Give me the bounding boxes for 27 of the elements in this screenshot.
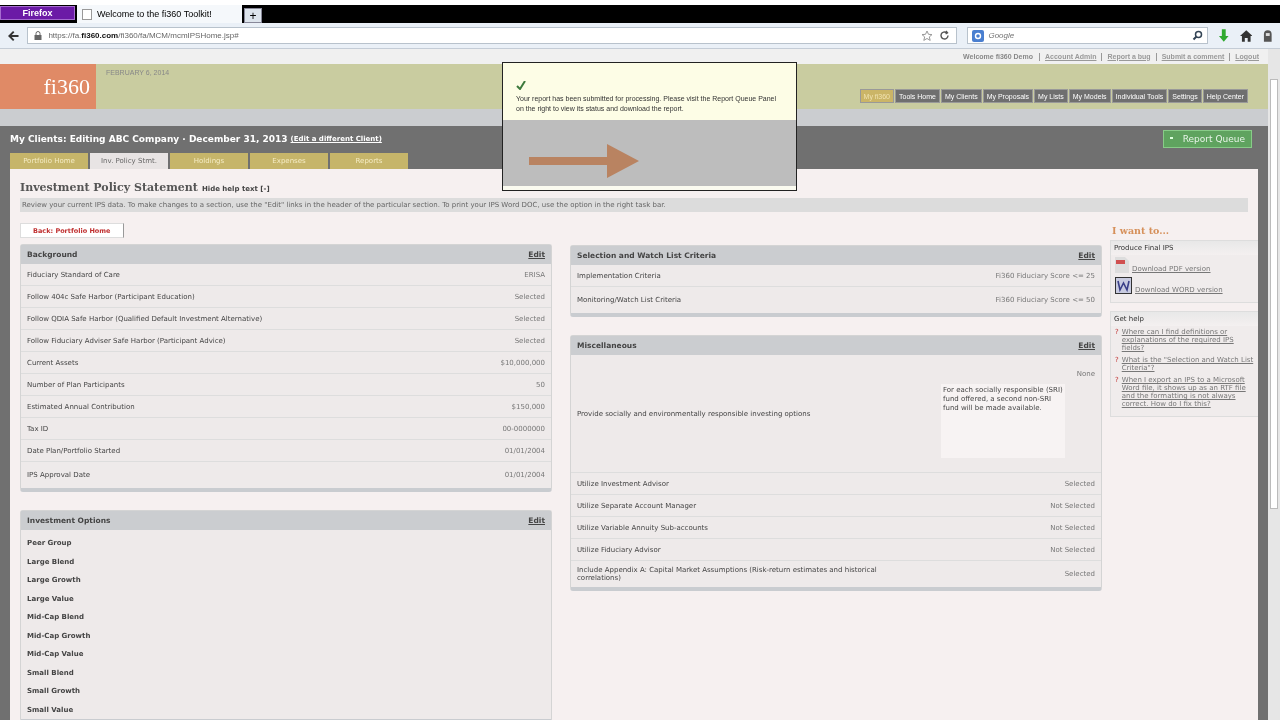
page-icon xyxy=(82,8,92,20)
reload-icon[interactable] xyxy=(939,30,951,41)
search-engine-icon xyxy=(972,29,985,42)
download-icon[interactable] xyxy=(1218,28,1230,43)
report-queue-button[interactable]: Report Queue xyxy=(1162,130,1252,148)
browser-tab[interactable]: Welcome to the fi360 Toolkit! xyxy=(77,5,242,23)
new-tab-button[interactable]: + xyxy=(244,8,262,23)
url-field[interactable]: https://fa.fi360.com/fi360/fa/MCM/mcmIPSHome.jsp# xyxy=(27,27,958,44)
search-field[interactable]: Google xyxy=(967,27,1209,44)
document-icon xyxy=(1115,277,1132,294)
lock-icon xyxy=(34,31,43,40)
arrow-icon xyxy=(529,144,639,178)
sidebar-title: I want to... xyxy=(1112,225,1171,236)
logo[interactable]: fi360 xyxy=(0,64,96,109)
pdf-file-icon xyxy=(1115,257,1129,273)
firefox-menu-button[interactable]: Firefox xyxy=(0,6,75,20)
star-icon[interactable] xyxy=(921,29,934,42)
search-icon[interactable] xyxy=(1192,30,1204,41)
bullet-icon xyxy=(1169,136,1175,142)
tab-title: Welcome to the fi360 Toolkit! xyxy=(97,9,212,19)
client-title: My Clients: Editing ABC Company · December 31, 2013 xyxy=(10,134,288,144)
checkmark-icon xyxy=(516,81,526,90)
page-title: Investment Policy Statement xyxy=(20,181,198,194)
scrollbar[interactable] xyxy=(1268,49,1280,720)
extension-icon[interactable] xyxy=(1262,29,1274,42)
home-icon[interactable] xyxy=(1239,29,1253,42)
scroll-thumb[interactable] xyxy=(1270,79,1278,509)
